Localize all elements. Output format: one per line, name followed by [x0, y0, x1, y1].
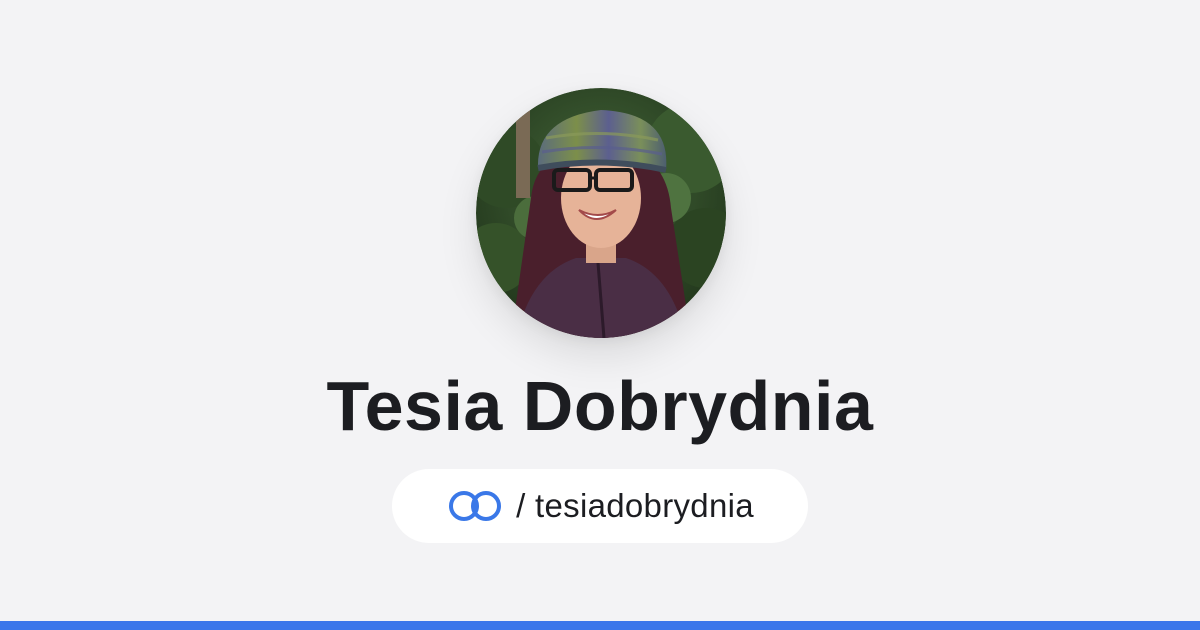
profile-handle-link[interactable]: / tesiadobrydnia — [392, 469, 808, 543]
avatar-photo — [476, 88, 726, 338]
handle-separator: / — [516, 487, 526, 524]
handle-username: tesiadobrydnia — [535, 487, 754, 524]
profile-name: Tesia Dobrydnia — [326, 367, 874, 445]
brand-accent-bar — [0, 621, 1200, 630]
profile-avatar — [476, 88, 726, 338]
linked-rings-icon — [446, 489, 504, 523]
